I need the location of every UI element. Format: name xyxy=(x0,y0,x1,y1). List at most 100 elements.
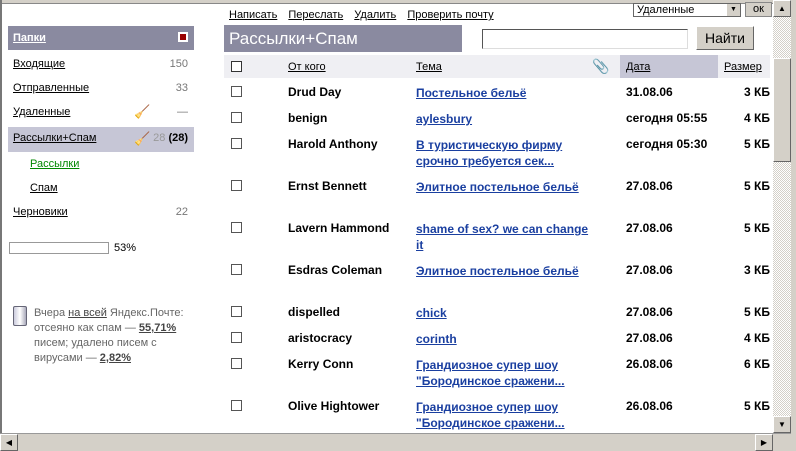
scroll-up-button[interactable]: ▲ xyxy=(773,0,791,17)
message-date: 27.08.06 xyxy=(626,263,673,277)
message-from: Olive Hightower xyxy=(288,399,380,413)
column-date[interactable]: Дата xyxy=(626,61,650,73)
folder-spam-lists[interactable]: Рассылки+Спам 🧹 28 (28) xyxy=(8,127,194,152)
message-size: 5 КБ xyxy=(744,137,770,151)
chevron-down-icon: ▼ xyxy=(727,4,740,16)
message-date: 27.08.06 xyxy=(626,221,673,235)
message-date: 26.08.06 xyxy=(626,357,673,371)
folder-label[interactable]: Удаленные xyxy=(13,106,70,118)
folder-label[interactable]: Спам xyxy=(30,182,58,194)
message-date: сегодня 05:55 xyxy=(626,111,708,125)
message-checkbox[interactable] xyxy=(231,358,242,369)
folder-label[interactable]: Рассылки+Спам xyxy=(13,132,96,144)
forward-link[interactable]: Переслать xyxy=(288,9,343,21)
window-right-border xyxy=(791,0,796,451)
folder-label[interactable]: Входящие xyxy=(13,58,65,70)
message-size: 5 КБ xyxy=(744,399,770,413)
folders-title-link[interactable]: Папки xyxy=(13,32,46,44)
message-subject-link[interactable]: chick xyxy=(416,305,596,321)
message-checkbox[interactable] xyxy=(231,180,242,191)
message-checkbox[interactable] xyxy=(231,332,242,343)
broom-icon[interactable]: 🧹 xyxy=(134,131,150,147)
spam-percent: 55,71% xyxy=(138,322,177,334)
column-size[interactable]: Размер xyxy=(724,61,762,73)
message-checkbox[interactable] xyxy=(231,264,242,275)
folder-count: 33 xyxy=(175,82,188,94)
column-from[interactable]: От кого xyxy=(288,61,326,73)
scroll-left-button[interactable]: ◀ xyxy=(0,434,18,451)
message-subject-link[interactable]: shame of sex? we can change it xyxy=(416,221,596,253)
message-subject-link[interactable]: Постельное бельё xyxy=(416,85,596,101)
broom-icon[interactable]: 🧹 xyxy=(134,104,150,120)
message-date: сегодня 05:30 xyxy=(626,137,708,151)
delete-link[interactable]: Удалить xyxy=(354,9,396,21)
message-checkbox[interactable] xyxy=(231,86,242,97)
message-checkbox[interactable] xyxy=(231,222,242,233)
message-subject-link[interactable]: Элитное постельное бельё xyxy=(416,263,596,279)
message-size: 3 КБ xyxy=(744,263,770,277)
compose-link[interactable]: Написать xyxy=(229,9,277,21)
page-title: Рассылки+Спам xyxy=(224,25,462,52)
scroll-right-button[interactable]: ▶ xyxy=(755,434,773,451)
quota-label: 53% xyxy=(114,242,137,254)
message-size: 5 КБ xyxy=(744,221,770,235)
folder-deleted[interactable]: Удаленные 🧹 — xyxy=(8,102,194,124)
trash-can-icon xyxy=(13,306,27,326)
message-from: dispelled xyxy=(288,305,341,319)
message-from: Lavern Hammond xyxy=(288,221,390,235)
paperclip-icon: 📎 xyxy=(592,58,610,74)
select-all-checkbox[interactable] xyxy=(231,61,242,72)
message-size: 3 КБ xyxy=(744,85,770,99)
find-button[interactable]: Найти xyxy=(696,26,754,50)
horizontal-scrollbar[interactable] xyxy=(0,433,791,451)
message-size: 5 КБ xyxy=(744,179,770,193)
folder-count: — xyxy=(177,106,188,118)
message-subject-link[interactable]: Элитное постельное бельё xyxy=(416,179,596,195)
vertical-scroll-thumb[interactable] xyxy=(773,58,791,162)
message-checkbox[interactable] xyxy=(231,138,242,149)
column-subject[interactable]: Тема xyxy=(416,61,442,73)
message-size: 6 КБ xyxy=(744,357,770,371)
all-yandex-link[interactable]: на всей xyxy=(68,307,107,319)
message-subject-link[interactable]: Грандиозное супер шоу "Бородинское сраже… xyxy=(416,357,596,389)
window-left-border xyxy=(0,0,2,451)
message-size: 4 КБ xyxy=(744,111,770,125)
ok-button[interactable]: ок xyxy=(745,2,772,17)
message-from: Ernst Bennett xyxy=(288,179,367,193)
move-folder-select[interactable]: Удаленные ▼ xyxy=(633,3,741,17)
message-date: 27.08.06 xyxy=(626,331,673,345)
folder-mailing-lists[interactable]: Рассылки xyxy=(25,154,211,176)
folder-inbox[interactable]: Входящие 150 xyxy=(8,54,194,76)
message-subject-link[interactable]: aylesbury xyxy=(416,111,596,127)
message-subject-link[interactable]: corinth xyxy=(416,331,596,347)
message-date: 27.08.06 xyxy=(626,179,673,193)
spam-stats: Вчера на всей Яндекс.Почте: отсеяно как … xyxy=(34,307,184,364)
message-subject-link[interactable]: Грандиозное супер шоу "Бородинское сраже… xyxy=(416,399,596,431)
message-from: Harold Anthony xyxy=(288,137,378,151)
folder-drafts[interactable]: Черновики 22 xyxy=(8,202,194,224)
scroll-down-button[interactable]: ▼ xyxy=(773,416,791,433)
folder-count: 28 xyxy=(153,132,166,144)
message-size: 5 КБ xyxy=(744,305,770,319)
message-date: 26.08.06 xyxy=(626,399,673,413)
message-from: Kerry Conn xyxy=(288,357,354,371)
folder-sent[interactable]: Отправленные 33 xyxy=(8,78,194,100)
folder-label[interactable]: Отправленные xyxy=(13,82,89,94)
virus-percent: 2,82% xyxy=(99,352,131,364)
folder-unread-count: (28) xyxy=(168,132,188,144)
folder-settings-icon[interactable] xyxy=(178,32,188,42)
folder-spam[interactable]: Спам xyxy=(25,178,211,200)
message-checkbox[interactable] xyxy=(231,400,242,411)
message-subject-link[interactable]: В туристическую фирму срочно требуется с… xyxy=(416,137,596,169)
message-date: 27.08.06 xyxy=(626,305,673,319)
message-checkbox[interactable] xyxy=(231,306,242,317)
message-from: benign xyxy=(288,111,328,125)
folder-label[interactable]: Черновики xyxy=(13,206,68,218)
search-input[interactable] xyxy=(482,29,688,49)
message-size: 4 КБ xyxy=(744,331,770,345)
message-date: 31.08.06 xyxy=(626,85,673,99)
check-mail-link[interactable]: Проверить почту xyxy=(407,9,493,21)
folders-header: Папки xyxy=(8,26,194,50)
message-checkbox[interactable] xyxy=(231,112,242,123)
folder-label[interactable]: Рассылки xyxy=(30,158,79,170)
